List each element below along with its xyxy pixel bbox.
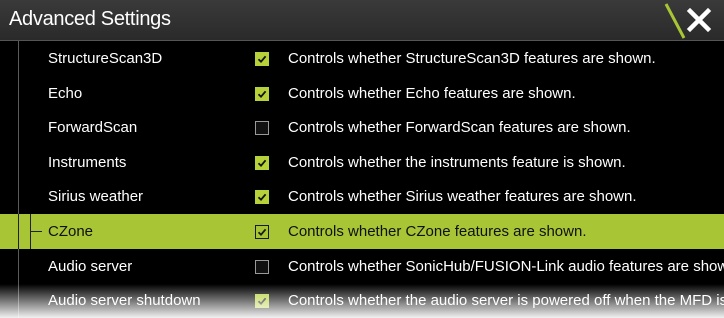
setting-description: Controls whether Sirius weather features… <box>288 188 637 206</box>
tree-branch <box>30 230 42 232</box>
setting-description: Controls whether the audio server is pow… <box>288 292 724 310</box>
title-bar: Advanced Settings <box>0 0 724 41</box>
checkmark-icon <box>257 194 267 202</box>
setting-description: Controls whether ForwardScan features ar… <box>288 119 631 137</box>
checkmark-icon <box>257 55 267 64</box>
setting-row-instruments[interactable]: Instruments Controls whether the instrum… <box>0 144 724 180</box>
tree-line <box>18 179 19 214</box>
checkmark-icon <box>257 297 267 306</box>
advanced-settings-window: Advanced Settings StructureScan3D Contro… <box>0 0 724 318</box>
setting-description: Controls whether the instruments feature… <box>288 153 626 171</box>
setting-description: Controls whether StructureScan3D feature… <box>288 50 656 67</box>
setting-name: Audio server <box>48 257 133 275</box>
setting-row-structurescan3d[interactable]: StructureScan3D Controls whether Structu… <box>0 41 724 76</box>
checkmark-icon <box>257 90 267 98</box>
setting-name: CZone <box>48 222 94 240</box>
tree-line <box>18 75 19 111</box>
settings-list: StructureScan3D Controls whether Structu… <box>0 41 724 318</box>
tree-line <box>18 110 19 145</box>
close-icon <box>686 7 712 33</box>
setting-checkbox[interactable] <box>255 294 269 309</box>
tree-line <box>18 213 19 249</box>
setting-checkbox[interactable] <box>255 155 269 170</box>
tree-line <box>18 144 19 180</box>
checkmark-icon <box>257 159 267 167</box>
setting-checkbox[interactable] <box>255 121 269 136</box>
setting-name: Audio server shutdown <box>48 292 201 310</box>
setting-row-audio-server-shutdown[interactable]: Audio server shutdown Controls whether t… <box>0 283 724 318</box>
setting-checkbox[interactable] <box>255 190 269 205</box>
setting-description: Controls whether Echo features are shown… <box>288 84 576 102</box>
setting-checkbox[interactable] <box>255 86 269 101</box>
setting-name: Sirius weather <box>48 188 144 206</box>
setting-description: Controls whether CZone features are show… <box>288 222 587 240</box>
setting-checkbox[interactable] <box>255 259 269 274</box>
setting-checkbox[interactable] <box>255 52 269 66</box>
setting-name: StructureScan3D <box>48 50 163 67</box>
setting-name: Instruments <box>48 153 127 171</box>
tree-line <box>18 283 19 318</box>
setting-row-sirius-weather[interactable]: Sirius weather Controls whether Sirius w… <box>0 179 724 214</box>
setting-checkbox[interactable] <box>255 224 269 239</box>
setting-row-forwardscan[interactable]: ForwardScan Controls whether ForwardScan… <box>0 110 724 145</box>
setting-row-czone[interactable]: CZone Controls whether CZone features ar… <box>0 213 724 249</box>
setting-description: Controls whether SonicHub/FUSION-Link au… <box>288 257 724 275</box>
close-button[interactable] <box>660 0 724 40</box>
setting-name: ForwardScan <box>48 119 138 137</box>
setting-row-audio-server[interactable]: Audio server Controls whether SonicHub/F… <box>0 248 724 284</box>
tree-line <box>18 41 19 76</box>
setting-name: Echo <box>48 84 83 102</box>
tree-line <box>18 248 19 284</box>
window-title: Advanced Settings <box>9 8 171 30</box>
setting-row-echo[interactable]: Echo Controls whether Echo features are … <box>0 75 724 111</box>
checkmark-icon <box>257 228 267 236</box>
